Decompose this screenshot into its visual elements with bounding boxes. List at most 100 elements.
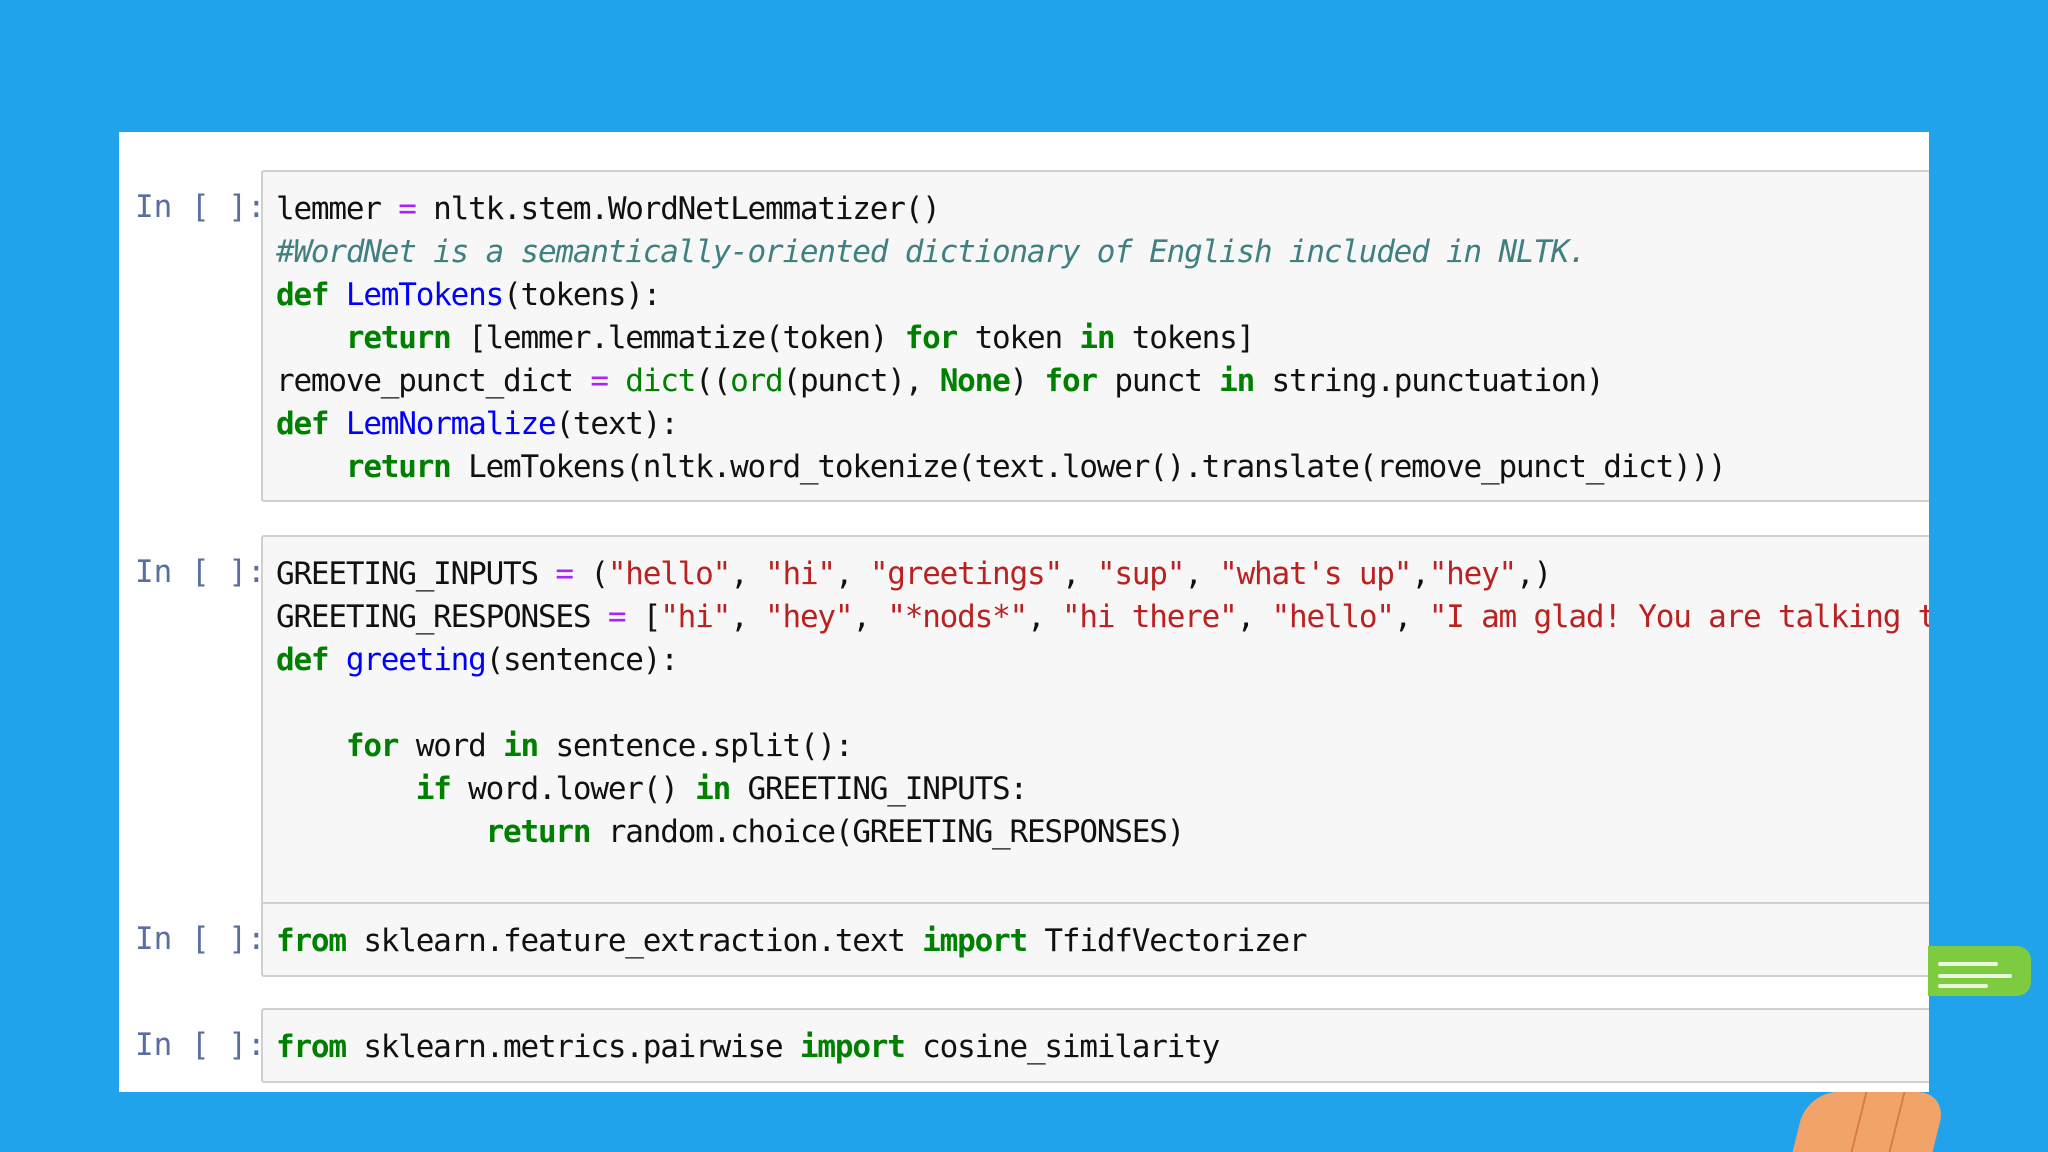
keyword-token: def	[276, 642, 330, 678]
keyword-token: in	[503, 728, 539, 764]
cell-input-area[interactable]: from sklearn.feature_extraction.text imp…	[261, 902, 1929, 977]
code-token: tokens]	[1114, 320, 1255, 356]
keyword-token: import	[799, 1029, 906, 1065]
code-line: lemmer = nltk.stem.WordNetLemmatizer()	[276, 188, 1929, 231]
keyword-token: return	[485, 814, 592, 850]
code-token: ,	[1411, 556, 1430, 592]
code-token: ,	[1027, 599, 1062, 635]
code-token: remove_punct_dict	[276, 363, 591, 399]
string-token: "greetings"	[869, 556, 1063, 592]
string-token: "hey"	[1428, 556, 1518, 592]
code-editor[interactable]: lemmer = nltk.stem.WordNetLemmatizer() #W…	[276, 188, 1929, 489]
code-cell-4[interactable]: In [ ]: from sklearn.metrics.pairwise im…	[119, 1008, 1929, 1083]
code-token: GREETING_INPUTS	[276, 556, 556, 592]
code-token: ,)	[1516, 556, 1552, 592]
code-token: ,	[1393, 599, 1429, 635]
keyword-token: in	[1219, 363, 1255, 399]
cell-prompt: In [ ]:	[135, 189, 266, 225]
cell-prompt: In [ ]:	[135, 921, 266, 957]
code-token: ,	[834, 556, 870, 592]
notebook-panel: In [ ]: lemmer = nltk.stem.WordNetLemmat…	[119, 132, 1929, 1092]
cell-prompt: In [ ]:	[135, 554, 266, 590]
code-line: def greeting(sentence):	[276, 639, 1929, 682]
string-token: "hey"	[765, 599, 854, 635]
code-token: random.choice(GREETING_RESPONSES)	[590, 814, 1186, 850]
keyword-token: in	[695, 771, 731, 807]
keyword-token: return	[345, 320, 452, 356]
code-token: ,	[730, 599, 766, 635]
code-token: nltk.stem.WordNetLemmatizer()	[415, 191, 941, 227]
comment-token: #WordNet is a semantically-oriented dict…	[276, 234, 1587, 270]
hand-illustration	[1792, 1092, 1948, 1152]
code-token: punct	[1096, 363, 1220, 399]
string-token: "hi there"	[1061, 599, 1238, 635]
string-token: "what's up"	[1219, 556, 1412, 592]
code-line: remove_punct_dict = dict((ord(punct), No…	[276, 360, 1929, 403]
code-line: return LemTokens(nltk.word_tokenize(text…	[276, 446, 1929, 489]
keyword-token: for	[345, 728, 400, 764]
builtin-token: dict	[625, 363, 696, 399]
code-token: (punct),	[782, 363, 940, 399]
code-token: [lemmer.lemmatize(token)	[450, 320, 905, 356]
code-token: LemTokens(nltk.word_tokenize(text.lower(…	[450, 449, 1727, 485]
code-token: word	[398, 728, 504, 764]
keyword-token: if	[415, 771, 452, 807]
code-line: def LemTokens(tokens):	[276, 274, 1929, 317]
code-token: (sentence):	[485, 642, 679, 678]
code-cell-1[interactable]: In [ ]: lemmer = nltk.stem.WordNetLemmat…	[119, 170, 1929, 502]
cell-input-area[interactable]: lemmer = nltk.stem.WordNetLemmatizer() #W…	[261, 170, 1929, 502]
cell-input-area[interactable]: from sklearn.metrics.pairwise import cos…	[261, 1008, 1929, 1083]
code-token: GREETING_RESPONSES	[276, 599, 608, 635]
green-tab-decoration	[1928, 946, 2031, 996]
code-token: )	[1009, 363, 1045, 399]
code-token: string.punctuation)	[1254, 363, 1605, 399]
code-token: (	[572, 556, 609, 592]
code-token: ,	[730, 556, 766, 592]
code-token: ,	[852, 599, 888, 635]
keyword-token: from	[276, 923, 347, 959]
code-line: GREETING_RESPONSES = ["hi", "hey", "*nod…	[276, 596, 1929, 639]
keyword-token: in	[1079, 320, 1115, 356]
code-cell-2[interactable]: In [ ]: GREETING_INPUTS = ("hello", "hi"…	[119, 535, 1929, 912]
code-token: lemmer	[276, 191, 399, 227]
keyword-token: None	[939, 363, 1011, 399]
builtin-token: ord	[730, 363, 784, 399]
code-token: ,	[1184, 556, 1220, 592]
cell-prompt: In [ ]:	[135, 1027, 266, 1063]
code-line: from sklearn.metrics.pairwise import cos…	[276, 1026, 1929, 1069]
code-editor[interactable]: GREETING_INPUTS = ("hello", "hi", "greet…	[276, 553, 1929, 854]
code-line: for word in sentence.split():	[276, 725, 1929, 768]
function-name-token: greeting	[345, 642, 487, 678]
operator-token: =	[398, 191, 417, 227]
code-token: [	[625, 599, 662, 635]
code-token: ,	[1061, 556, 1097, 592]
operator-token: =	[607, 599, 627, 635]
string-token: "sup"	[1096, 556, 1186, 592]
string-token: "hi"	[660, 599, 731, 635]
keyword-token: import	[922, 923, 1028, 959]
code-line: GREETING_INPUTS = ("hello", "hi", "greet…	[276, 553, 1929, 596]
string-token: "*nods*"	[887, 599, 1028, 635]
code-token: sklearn.metrics.pairwise	[345, 1029, 800, 1065]
code-line: from sklearn.feature_extraction.text imp…	[276, 920, 1929, 963]
keyword-token: for	[1044, 363, 1098, 399]
code-token: word.lower()	[450, 771, 696, 807]
keyword-token: from	[276, 1029, 347, 1065]
string-token: "I am glad! You are talking to me"	[1428, 599, 1929, 635]
function-name-token: LemTokens	[345, 277, 504, 313]
code-line: return [lemmer.lemmatize(token) for toke…	[276, 317, 1929, 360]
keyword-token: def	[276, 406, 330, 442]
string-token: "hi"	[765, 556, 836, 592]
code-line: #WordNet is a semantically-oriented dict…	[276, 231, 1929, 274]
code-token: ((	[695, 363, 731, 399]
cell-input-area[interactable]: GREETING_INPUTS = ("hello", "hi", "greet…	[261, 535, 1929, 912]
function-name-token: LemNormalize	[345, 406, 557, 442]
code-editor[interactable]: from sklearn.metrics.pairwise import cos…	[276, 1026, 1929, 1069]
code-editor[interactable]: from sklearn.feature_extraction.text imp…	[276, 920, 1929, 963]
code-cell-3[interactable]: In [ ]: from sklearn.feature_extraction.…	[119, 902, 1929, 977]
